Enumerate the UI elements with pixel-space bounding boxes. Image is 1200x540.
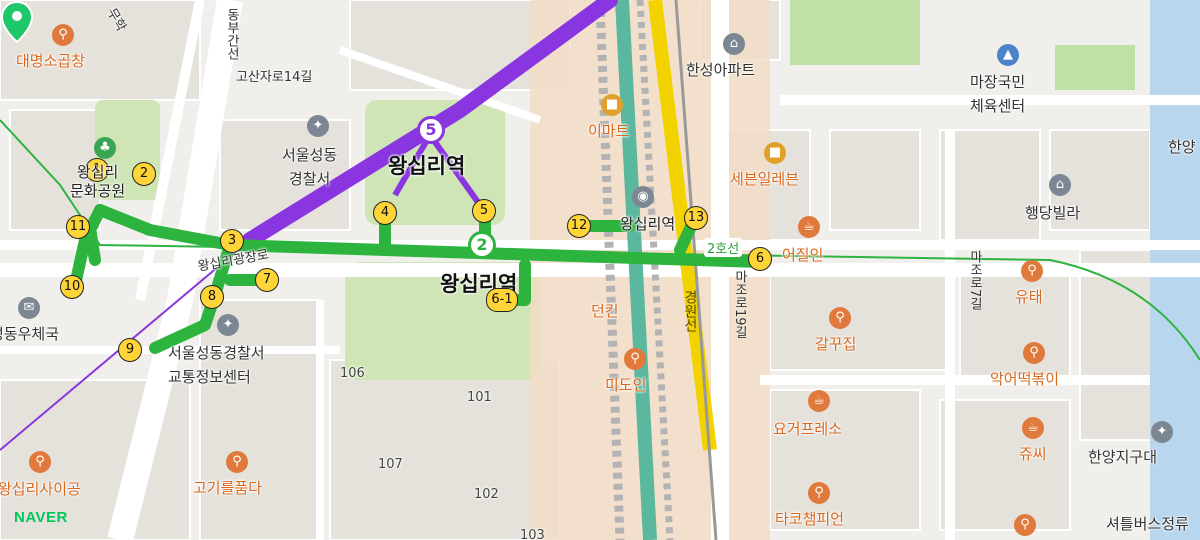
- building-number: 106: [340, 366, 365, 381]
- naver-logo[interactable]: NAVER: [14, 509, 68, 526]
- place-dunkin[interactable]: 던킨: [591, 300, 619, 321]
- building-number: 103: [520, 528, 545, 540]
- exit-8-marker[interactable]: 8: [200, 285, 224, 309]
- place-haengdang-villa[interactable]: 행당빌라: [1025, 202, 1080, 223]
- building-number: 107: [378, 457, 403, 472]
- place-wangsimni-sagong[interactable]: 왕십리사이공: [0, 478, 81, 499]
- police-icon: ✦: [217, 314, 239, 336]
- subway-station-label[interactable]: 왕십리역: [620, 213, 675, 234]
- place-hansung-apt[interactable]: 한성아파트: [686, 59, 755, 80]
- place-gogireul-pumda[interactable]: 고기를품다: [193, 477, 262, 498]
- building-icon: ⌂: [723, 33, 745, 55]
- gym-icon: ▲: [997, 44, 1019, 66]
- exit-6-1-marker[interactable]: 6-1: [486, 288, 518, 312]
- cafe-icon: ☕: [1022, 417, 1044, 439]
- place-hanyang-district[interactable]: 한양지구대: [1088, 446, 1157, 467]
- restaurant-icon: ⚲: [52, 24, 74, 46]
- place-yutae[interactable]: 유태: [1015, 286, 1043, 307]
- place-seven-eleven[interactable]: 세븐일레븐: [730, 168, 799, 189]
- building-number: 102: [474, 487, 499, 502]
- subway-icon: ◉: [632, 186, 654, 208]
- road-label-majo-19: 마조로19길: [732, 270, 747, 339]
- road-label-majo-7: 마조로7길: [967, 250, 982, 311]
- building-icon: ⌂: [1049, 174, 1071, 196]
- restaurant-icon: ⚲: [1023, 342, 1045, 364]
- place-mido-in[interactable]: 미도인: [605, 374, 646, 395]
- place-post-office[interactable]: 성동우체국: [0, 323, 59, 344]
- police-icon: ✦: [1151, 421, 1173, 443]
- line5-station-label[interactable]: 왕십리역: [388, 150, 465, 180]
- restaurant-icon: ⚲: [29, 451, 51, 473]
- location-pin-icon[interactable]: [0, 0, 34, 44]
- exit-9-marker[interactable]: 9: [118, 338, 142, 362]
- place-police-station[interactable]: 서울성동 경찰서: [282, 143, 337, 191]
- restaurant-icon: ⚲: [829, 307, 851, 329]
- place-taco-champion[interactable]: 타코챔피언: [775, 508, 844, 529]
- building-number: 101: [467, 390, 492, 405]
- restaurant-icon: ⚲: [808, 482, 830, 504]
- line5-station-badge[interactable]: 5: [417, 116, 445, 144]
- place-hanyang[interactable]: 한양: [1168, 136, 1196, 157]
- place-emart[interactable]: 이마트: [588, 120, 629, 141]
- place-galggujip[interactable]: 갈꾸집: [815, 333, 856, 354]
- cafe-icon: ☕: [798, 216, 820, 238]
- exit-11-marker[interactable]: 11: [66, 215, 90, 239]
- restaurant-icon: ⚲: [1021, 260, 1043, 282]
- place-eojilin[interactable]: 어질인: [782, 244, 823, 265]
- restaurant-icon: ⚲: [624, 348, 646, 370]
- exit-7-marker[interactable]: 7: [255, 268, 279, 292]
- line2-station-badge[interactable]: 2: [468, 231, 496, 259]
- rail-label: 경원선: [682, 290, 698, 332]
- road-label-dongbu: 동부간선: [224, 8, 239, 60]
- exit-12-marker[interactable]: 12: [567, 214, 591, 238]
- place-traffic-center[interactable]: 서울성동경찰서 교통정보센터: [168, 341, 265, 389]
- place-jussi[interactable]: 쥬씨: [1019, 443, 1047, 464]
- restaurant-icon: ⚲: [226, 451, 248, 473]
- post-office-icon: ✉: [18, 297, 40, 319]
- line2-tag: 2호선: [704, 238, 743, 257]
- exit-6-marker[interactable]: 6: [748, 247, 772, 271]
- exit-5-marker[interactable]: 5: [472, 199, 496, 223]
- exit-4-marker[interactable]: 4: [373, 201, 397, 225]
- place-setteul-bus[interactable]: 셔틀버스정류: [1106, 513, 1189, 534]
- exit-10-marker[interactable]: 10: [60, 275, 84, 299]
- restaurant-icon: ⚲: [1014, 514, 1036, 536]
- park-icon: ♣: [94, 137, 116, 159]
- map-canvas[interactable]: 5 2 왕십리역 왕십리역 ◉ 왕십리역 2호선 1 2 3 4 5 6 6-1…: [0, 0, 1200, 540]
- exit-2-marker[interactable]: 2: [132, 162, 156, 186]
- convenience-store-icon: ■: [764, 142, 786, 164]
- police-icon: ✦: [307, 115, 329, 137]
- place-eoeo-tteok[interactable]: 악어떡볶이: [990, 368, 1059, 389]
- store-icon: ■: [601, 94, 623, 116]
- place-majang-gym[interactable]: 마장국민 체육센터: [970, 70, 1025, 118]
- place-daemyeong[interactable]: 대명소곱창: [16, 50, 85, 71]
- place-munhwa-park[interactable]: 왕십리 문화공원: [70, 163, 125, 201]
- place-yogurpresso[interactable]: 요거프레소: [773, 418, 842, 439]
- cafe-icon: ☕: [808, 390, 830, 412]
- road-label-gosanja-14: 고산자로14길: [236, 70, 313, 85]
- exit-13-marker[interactable]: 13: [684, 206, 708, 230]
